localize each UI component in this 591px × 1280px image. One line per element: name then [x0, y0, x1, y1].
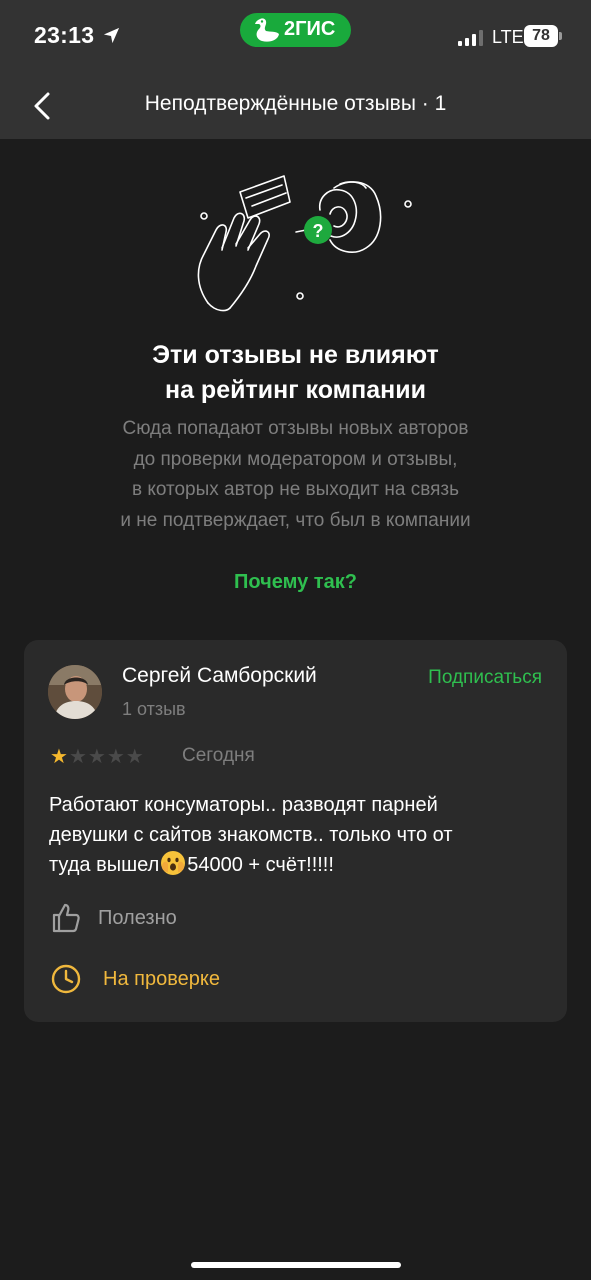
- page-title: Неподтверждённые отзывы · 1: [144, 92, 447, 115]
- useful-label: Полезно: [98, 906, 177, 929]
- shocked-face-emoji-icon: [161, 851, 186, 875]
- review-text-line: девушки с сайтов знакомств.. только что …: [49, 824, 453, 846]
- review-text-segment: 54000 + счёт!!!!!: [187, 854, 334, 876]
- review-date: Сегодня: [182, 745, 255, 766]
- avatar[interactable]: [48, 665, 102, 719]
- star-icon: ★: [106, 746, 125, 768]
- author-name[interactable]: Сергей Самборский: [122, 664, 317, 688]
- rating-stars: ★ ★ ★ ★ ★: [50, 746, 144, 768]
- goose-logo-icon: [255, 18, 279, 42]
- battery-nub: [559, 32, 562, 40]
- star-icon: ★: [68, 746, 87, 768]
- useful-button[interactable]: Полезно: [50, 902, 177, 934]
- description-line: в которых автор не выходит на связь: [131, 479, 460, 500]
- cellular-signal-icon: [458, 30, 483, 46]
- review-text: Работают консуматоры.. разводят парней д…: [49, 790, 549, 880]
- review-text-line: Работают консуматоры.. разводят парней: [49, 794, 438, 816]
- star-icon: ★: [87, 746, 106, 768]
- avatar-photo-icon: [48, 665, 102, 719]
- thumbs-up-icon: [52, 903, 80, 933]
- svg-text:?: ?: [313, 221, 324, 241]
- review-text-line: туда вышел 54000 + счёт!!!!!: [49, 850, 549, 880]
- location-arrow-icon: [103, 27, 120, 44]
- review-text-segment: туда вышел: [49, 854, 160, 876]
- battery-indicator: 78: [524, 25, 558, 47]
- star-icon: ★: [125, 746, 144, 768]
- hands-illustration-icon: ?: [197, 175, 412, 312]
- network-type: LTE: [492, 27, 524, 47]
- headline-line: на рейтинг компании: [164, 376, 427, 404]
- info-description: Сюда попадают отзывы новых авторов до пр…: [0, 414, 591, 536]
- status-time: 23:13: [34, 22, 95, 48]
- app-badge[interactable]: 2ГИС: [240, 13, 351, 47]
- author-review-count: 1 отзыв: [122, 699, 186, 719]
- status-bar: 23:13 2ГИС LTE 78: [0, 0, 591, 72]
- top-bar: 23:13 2ГИС LTE 78 Неподтверждённые отзыв…: [0, 0, 591, 139]
- description-line: до проверки модератором и отзывы,: [133, 448, 458, 470]
- headline-line: Эти отзывы не влияют: [152, 341, 439, 369]
- why-link[interactable]: Почему так?: [0, 571, 591, 594]
- review-card: Сергей Самборский 1 отзыв Подписаться ★ …: [24, 640, 567, 1022]
- description-line: и не подтверждает, что был в компании: [120, 509, 471, 531]
- moderation-status: На проверке: [50, 963, 220, 995]
- description-line: Сюда попадают отзывы новых авторов: [122, 418, 469, 439]
- subscribe-button[interactable]: Подписаться: [428, 667, 542, 689]
- info-headline: Эти отзывы не влияют на рейтинг компании: [0, 338, 591, 408]
- home-indicator[interactable]: [191, 1262, 401, 1268]
- moderation-label: На проверке: [103, 967, 220, 990]
- app-badge-label: 2ГИС: [284, 18, 336, 40]
- star-icon: ★: [50, 746, 68, 768]
- clock-icon: [51, 964, 81, 994]
